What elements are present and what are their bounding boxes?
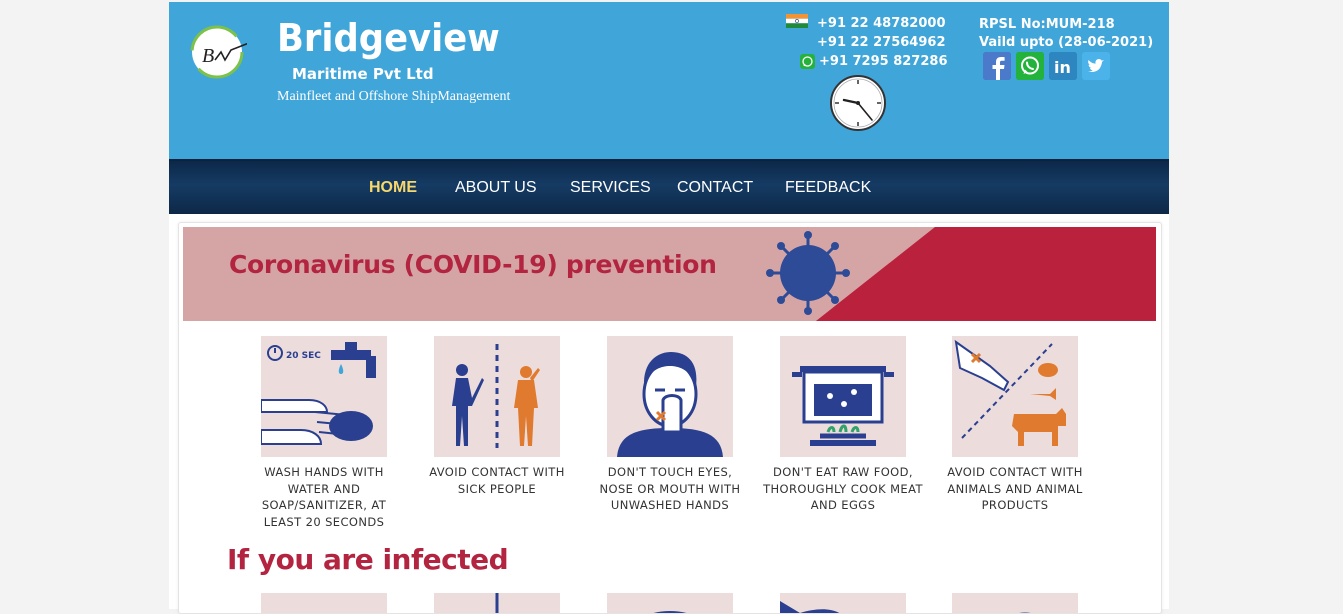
face-touch-icon	[617, 352, 723, 457]
brand-subtitle: Maritime Pvt Ltd	[292, 65, 434, 83]
avoid-contact-icon	[452, 344, 540, 448]
phone-number-1[interactable]: +91 22 48782000	[817, 16, 946, 31]
phone-number-3[interactable]: +91 7295 827286	[819, 54, 948, 69]
whatsapp-icon[interactable]	[1016, 52, 1044, 80]
covid-title: Coronavirus (COVID-19) prevention	[229, 250, 717, 279]
tip-4-caption: DON'T EAT RAW FOOD, THOROUGHLY COOK MEAT…	[763, 465, 923, 512]
tip-5-illustration	[952, 336, 1078, 457]
tip-4-illustration	[780, 336, 906, 457]
tip-3-illustration	[607, 336, 733, 457]
nav-services[interactable]: SERVICES	[570, 161, 651, 214]
twitter-icon[interactable]	[1082, 52, 1110, 80]
svg-text:B: B	[202, 45, 214, 67]
infected-tile-2	[434, 593, 560, 613]
main-nav: HOME ABOUT US SERVICES CONTACT FEEDBACK	[169, 159, 1169, 214]
infected-tile-4	[780, 593, 906, 613]
rpsl-number: RPSL No:MUM-218	[979, 17, 1115, 32]
timer-label: 20 SEC	[286, 351, 321, 361]
infected-tile-5	[952, 593, 1078, 613]
tip-5-caption: AVOID CONTACT WITH ANIMALS AND ANIMAL PR…	[947, 465, 1083, 512]
tip-1-illustration: 20 SEC	[261, 336, 387, 457]
nav-contact[interactable]: CONTACT	[677, 161, 753, 214]
tip-1-caption: WASH HANDS WITH WATER AND SOAP/SANITIZER…	[261, 465, 387, 529]
svg-text:in: in	[1054, 58, 1071, 77]
tip-3-caption: DON'T TOUCH EYES, NOSE OR MOUTH WITH UNW…	[599, 465, 741, 512]
animals-icon	[954, 339, 1066, 446]
cooking-pot-icon	[792, 366, 894, 446]
company-logo-icon[interactable]: B	[189, 22, 247, 80]
rpsl-info: RPSL No:MUM-218 Vaild upto (28-06-2021)	[979, 16, 1153, 52]
phone-number-2[interactable]: +91 22 27564962	[817, 35, 946, 50]
infected-tile-1	[261, 593, 387, 613]
nav-home[interactable]: HOME	[369, 161, 417, 214]
site-header: B Bridgeview Maritime Pvt Ltd Mainfleet …	[169, 2, 1169, 159]
tip-2-caption: AVOID CONTACT WITH SICK PEOPLE	[429, 465, 565, 496]
india-flag-icon	[786, 14, 808, 28]
brand-name: Bridgeview	[277, 16, 500, 60]
virus-icon	[766, 231, 850, 315]
hand-washing-icon: 20 SEC	[261, 342, 376, 445]
clock-icon	[830, 75, 886, 131]
nav-feedback[interactable]: FEEDBACK	[785, 161, 871, 214]
phone-list: +91 22 48782000 +91 22 27564962 +91 7295…	[782, 14, 948, 71]
rpsl-validity: Vaild upto (28-06-2021)	[979, 35, 1154, 50]
infected-tile-3	[607, 593, 733, 613]
linkedin-icon[interactable]: in	[1049, 52, 1077, 80]
covid-banner: Coronavirus (COVID-19) prevention	[183, 227, 1156, 321]
whatsapp-small-icon	[800, 54, 815, 69]
facebook-icon[interactable]	[983, 52, 1011, 80]
nav-about-us[interactable]: ABOUT US	[455, 161, 537, 214]
tip-2-illustration	[434, 336, 560, 457]
infected-heading: If you are infected	[227, 543, 509, 576]
brand-tagline: Mainfleet and Offshore ShipManagement	[277, 89, 511, 104]
page: B Bridgeview Maritime Pvt Ltd Mainfleet …	[169, 2, 1169, 614]
covid-infographic: Coronavirus (COVID-19) prevention 20 SEC…	[178, 222, 1162, 614]
